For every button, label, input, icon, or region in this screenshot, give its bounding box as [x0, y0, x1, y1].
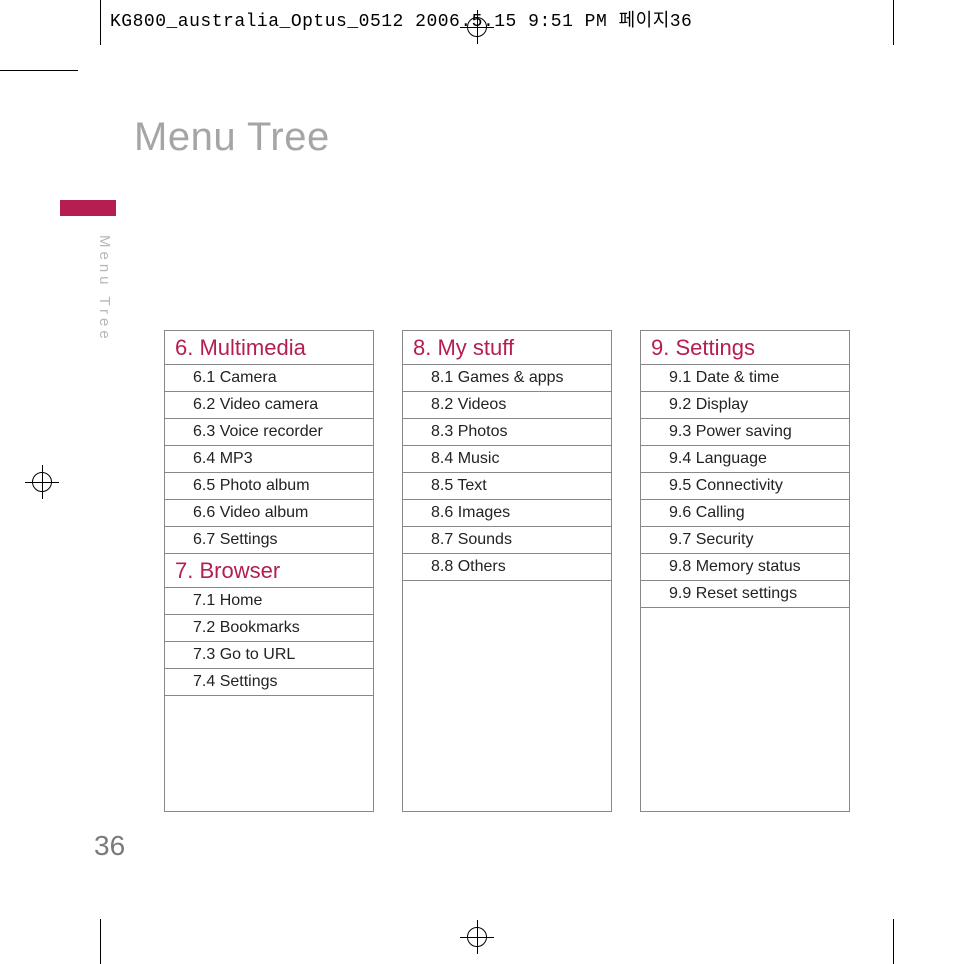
menu-item: 8.7 Sounds	[403, 527, 611, 554]
menu-column: 8. My stuff 8.1 Games & apps 8.2 Videos …	[402, 330, 612, 812]
crop-mark	[100, 0, 101, 45]
crop-mark	[893, 919, 894, 964]
menu-item: 6.6 Video album	[165, 500, 373, 527]
menu-item: 8.2 Videos	[403, 392, 611, 419]
section-header: 8. My stuff	[403, 331, 611, 365]
section-header: 6. Multimedia	[165, 331, 373, 365]
menu-item: 9.8 Memory status	[641, 554, 849, 581]
menu-item: 9.1 Date & time	[641, 365, 849, 392]
crop-mark	[893, 0, 894, 45]
menu-column: 9. Settings 9.1 Date & time 9.2 Display …	[640, 330, 850, 812]
menu-item: 9.9 Reset settings	[641, 581, 849, 608]
menu-item: 8.4 Music	[403, 446, 611, 473]
menu-item: 8.3 Photos	[403, 419, 611, 446]
menu-item: 6.5 Photo album	[165, 473, 373, 500]
menu-item: 9.6 Calling	[641, 500, 849, 527]
menu-item: 8.1 Games & apps	[403, 365, 611, 392]
menu-item: 9.7 Security	[641, 527, 849, 554]
menu-columns: 6. Multimedia 6.1 Camera 6.2 Video camer…	[164, 330, 850, 812]
registration-mark	[460, 920, 494, 954]
menu-item: 6.7 Settings	[165, 527, 373, 554]
side-label: Menu Tree	[96, 235, 113, 343]
menu-item: 7.3 Go to URL	[165, 642, 373, 669]
menu-item: 7.2 Bookmarks	[165, 615, 373, 642]
crop-mark	[0, 70, 78, 71]
page-title: Menu Tree	[134, 115, 894, 160]
menu-item: 6.2 Video camera	[165, 392, 373, 419]
crop-mark	[100, 919, 101, 964]
accent-bar	[60, 200, 116, 216]
section-header: 9. Settings	[641, 331, 849, 365]
menu-item: 9.4 Language	[641, 446, 849, 473]
menu-item: 9.2 Display	[641, 392, 849, 419]
menu-item: 6.4 MP3	[165, 446, 373, 473]
menu-column: 6. Multimedia 6.1 Camera 6.2 Video camer…	[164, 330, 374, 812]
page-content: Menu Tree Menu Tree 36 6. Multimedia 6.1…	[100, 70, 894, 870]
menu-item: 8.8 Others	[403, 554, 611, 581]
registration-mark	[25, 465, 59, 499]
menu-item: 9.3 Power saving	[641, 419, 849, 446]
menu-item: 6.3 Voice recorder	[165, 419, 373, 446]
menu-item: 8.5 Text	[403, 473, 611, 500]
page-number: 36	[94, 830, 125, 862]
menu-item: 9.5 Connectivity	[641, 473, 849, 500]
menu-item: 6.1 Camera	[165, 365, 373, 392]
menu-item: 7.1 Home	[165, 588, 373, 615]
section-header: 7. Browser	[165, 554, 373, 588]
menu-item: 7.4 Settings	[165, 669, 373, 696]
header-meta-text: KG800_australia_Optus_0512 2006.5.15 9:5…	[110, 6, 692, 32]
menu-item: 8.6 Images	[403, 500, 611, 527]
